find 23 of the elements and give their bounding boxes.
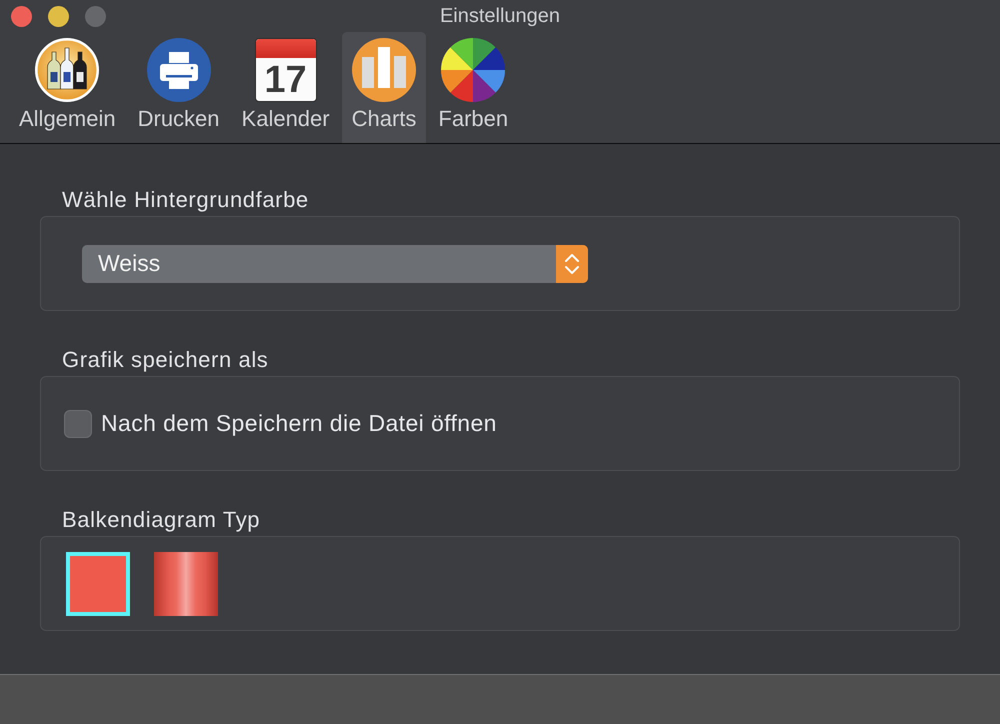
toolbar-tab[interactable]: 17 Kalender bbox=[232, 32, 340, 143]
toolbar-tab[interactable]: Drucken bbox=[128, 32, 230, 143]
minimize-button[interactable] bbox=[48, 6, 69, 26]
bar-style-swatch[interactable] bbox=[154, 552, 218, 616]
close-button[interactable] bbox=[11, 6, 32, 26]
window-title: Einstellungen bbox=[440, 4, 560, 28]
section-title: Wähle Hintergrundfarbe bbox=[61, 187, 309, 213]
zoom-button[interactable] bbox=[85, 6, 106, 26]
color-wheel-icon bbox=[441, 38, 506, 102]
checkbox[interactable] bbox=[64, 410, 92, 438]
bar-style-swatch[interactable] bbox=[66, 552, 130, 616]
wine-bottles-icon bbox=[35, 38, 100, 102]
popup-button[interactable]: Weiss bbox=[82, 244, 588, 282]
section-title: Balkendiagram Typ bbox=[61, 507, 260, 533]
calendar-date: 17 bbox=[263, 58, 308, 101]
section-title: Grafik speichern als bbox=[61, 347, 268, 373]
stepper-icon bbox=[556, 244, 588, 282]
toolbar-tab[interactable]: Charts bbox=[342, 32, 426, 143]
bar-chart-icon bbox=[352, 38, 416, 102]
toolbar-tab[interactable]: Farben bbox=[428, 32, 518, 143]
printer-icon bbox=[146, 38, 211, 102]
toolbar-tab[interactable]: Allgemein bbox=[9, 32, 126, 143]
checkbox-label: Nach dem Speichern die Datei öffnen bbox=[101, 410, 497, 437]
